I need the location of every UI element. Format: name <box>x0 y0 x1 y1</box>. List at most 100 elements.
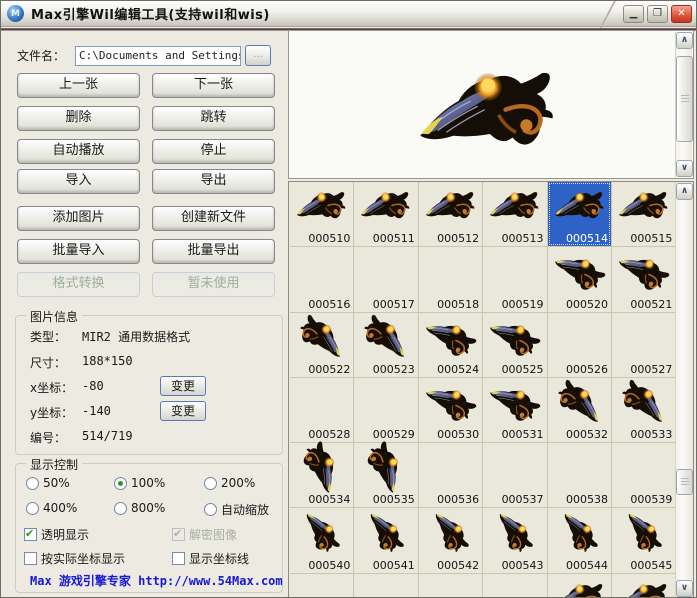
y-coord-label: y坐标： <box>30 404 82 421</box>
thumbnail-sprite-image <box>424 185 478 227</box>
grid-cell[interactable] <box>612 574 676 598</box>
grid-cell[interactable]: 000535 <box>354 443 418 508</box>
cell-number-label: 000544 <box>566 559 608 572</box>
zoom-800-radio[interactable]: 800% <box>114 501 165 515</box>
cell-number-label: 000510 <box>308 232 350 245</box>
grid-cell[interactable]: 000536 <box>419 443 483 508</box>
filename-row: 文件名： C:\Documents and Settings\A ... <box>17 45 271 66</box>
autoplay-button[interactable]: 自动播放 <box>17 139 140 164</box>
thumbnail-sprite-image <box>361 504 412 561</box>
grid-cell[interactable] <box>419 574 483 598</box>
preview-scrollbar[interactable]: ∧ ∨ <box>675 32 692 177</box>
grid-cell[interactable]: 000539 <box>612 443 676 508</box>
grid-cell[interactable]: 000537 <box>483 443 547 508</box>
thumbnail-sprite-image <box>618 504 669 561</box>
cell-number-label: 000512 <box>437 232 479 245</box>
zoom-200-radio[interactable]: 200% <box>204 476 255 490</box>
minimize-button[interactable]: ▁ <box>623 5 644 23</box>
thumbnail-sprite-image <box>553 577 607 598</box>
grid-cell[interactable]: 000513 <box>483 182 547 247</box>
grid-cell[interactable]: 000518 <box>419 247 483 312</box>
filename-input[interactable]: C:\Documents and Settings\A <box>75 46 241 66</box>
batch-export-button[interactable]: 批量导出 <box>152 239 275 264</box>
grid-cell[interactable] <box>483 574 547 598</box>
add-image-button[interactable]: 添加图片 <box>17 206 140 231</box>
grid-cell[interactable]: 000541 <box>354 508 418 573</box>
cell-number-label: 000543 <box>502 559 544 572</box>
grid-cell[interactable]: 000514 <box>548 182 612 247</box>
grid-cell[interactable]: 000534 <box>290 443 354 508</box>
grid-cell[interactable]: 000544 <box>548 508 612 573</box>
grid-cell[interactable]: 000521 <box>612 247 676 312</box>
jump-button[interactable]: 跳转 <box>152 106 275 131</box>
change-y-button[interactable]: 变更 <box>160 401 206 421</box>
zoom-auto-radio[interactable]: 自动缩放 <box>204 501 269 518</box>
zoom-400-radio[interactable]: 400% <box>26 501 77 515</box>
grid-cell[interactable]: 000516 <box>290 247 354 312</box>
cell-number-label: 000542 <box>437 559 479 572</box>
left-panel: 文件名： C:\Documents and Settings\A ... 上一张… <box>9 33 285 595</box>
batch-import-button[interactable]: 批量导入 <box>17 239 140 264</box>
grid-cell[interactable]: 000523 <box>354 313 418 378</box>
preview-sprite-image <box>404 61 574 161</box>
transparent-checkbox[interactable]: 透明显示 <box>24 526 89 543</box>
x-coord-value: -80 <box>82 379 104 396</box>
delete-button[interactable]: 删除 <box>17 106 140 131</box>
grid-cell[interactable]: 000545 <box>612 508 676 573</box>
import-button[interactable]: 导入 <box>17 169 140 194</box>
scroll-up-icon[interactable]: ∧ <box>676 183 693 200</box>
browse-button[interactable]: ... <box>245 45 271 66</box>
grid-cell[interactable]: 000517 <box>354 247 418 312</box>
close-button[interactable]: ✕ <box>671 5 692 23</box>
next-button[interactable]: 下一张 <box>152 73 275 98</box>
grid-cell[interactable]: 000538 <box>548 443 612 508</box>
zoom-50-radio[interactable]: 50% <box>26 476 70 490</box>
grid-cell[interactable]: 000533 <box>612 378 676 443</box>
grid-cell[interactable]: 000542 <box>419 508 483 573</box>
grid-cell[interactable]: 000524 <box>419 313 483 378</box>
grid-cell[interactable]: 000519 <box>483 247 547 312</box>
grid-cell[interactable]: 000511 <box>354 182 418 247</box>
grid-cell[interactable]: 000525 <box>483 313 547 378</box>
thumbnail-sprite-image <box>488 185 542 227</box>
type-value: MIR2 通用数据格式 <box>82 328 190 345</box>
change-x-button[interactable]: 变更 <box>160 376 206 396</box>
grid-cell[interactable]: 000522 <box>290 313 354 378</box>
thumb-grip <box>681 478 689 486</box>
scroll-down-icon[interactable]: ∨ <box>676 160 693 177</box>
grid-cell[interactable] <box>548 574 612 598</box>
display-control-title: 显示控制 <box>26 456 82 473</box>
grid-cell[interactable]: 000532 <box>548 378 612 443</box>
grid-cell[interactable]: 000520 <box>548 247 612 312</box>
thumbnail-sprite-image <box>417 368 485 435</box>
thumb-grip <box>681 95 689 103</box>
preview-scroll-thumb[interactable] <box>676 56 693 142</box>
coord-lines-checkbox[interactable]: 显示坐标线 <box>172 550 249 567</box>
grid-cell[interactable]: 000531 <box>483 378 547 443</box>
grid-cell[interactable]: 000515 <box>612 182 676 247</box>
checkbox-checked-icon <box>24 528 37 541</box>
grid-scroll-thumb[interactable] <box>676 469 693 495</box>
scroll-down-icon[interactable]: ∨ <box>676 580 693 597</box>
export-button[interactable]: 导出 <box>152 169 275 194</box>
scroll-up-icon[interactable]: ∧ <box>676 32 693 49</box>
thumbnail-sprite-image <box>290 305 356 367</box>
grid-cell[interactable] <box>354 574 418 598</box>
grid-cell[interactable]: 000543 <box>483 508 547 573</box>
grid-scrollbar[interactable]: ∧ ∨ <box>675 183 692 597</box>
grid-cell[interactable]: 000512 <box>419 182 483 247</box>
window-title: Max引擎Wil编辑工具(支持wil和wis) <box>31 4 270 23</box>
vendor-link[interactable]: Max 游戏引擎专家 http://www.54Max.com <box>30 572 283 589</box>
stop-button[interactable]: 停止 <box>152 139 275 164</box>
grid-cell[interactable]: 000510 <box>290 182 354 247</box>
prev-button[interactable]: 上一张 <box>17 73 140 98</box>
grid-cell[interactable]: 000526 <box>548 313 612 378</box>
grid-cell[interactable]: 000540 <box>290 508 354 573</box>
grid-cell[interactable]: 000530 <box>419 378 483 443</box>
grid-cell[interactable]: 000527 <box>612 313 676 378</box>
zoom-100-radio[interactable]: 100% <box>114 476 165 490</box>
grid-cell[interactable] <box>290 574 354 598</box>
actual-coords-checkbox[interactable]: 按实际坐标显示 <box>24 550 125 567</box>
maximize-button[interactable]: ❒ <box>647 5 668 23</box>
create-file-button[interactable]: 创建新文件 <box>152 206 275 231</box>
